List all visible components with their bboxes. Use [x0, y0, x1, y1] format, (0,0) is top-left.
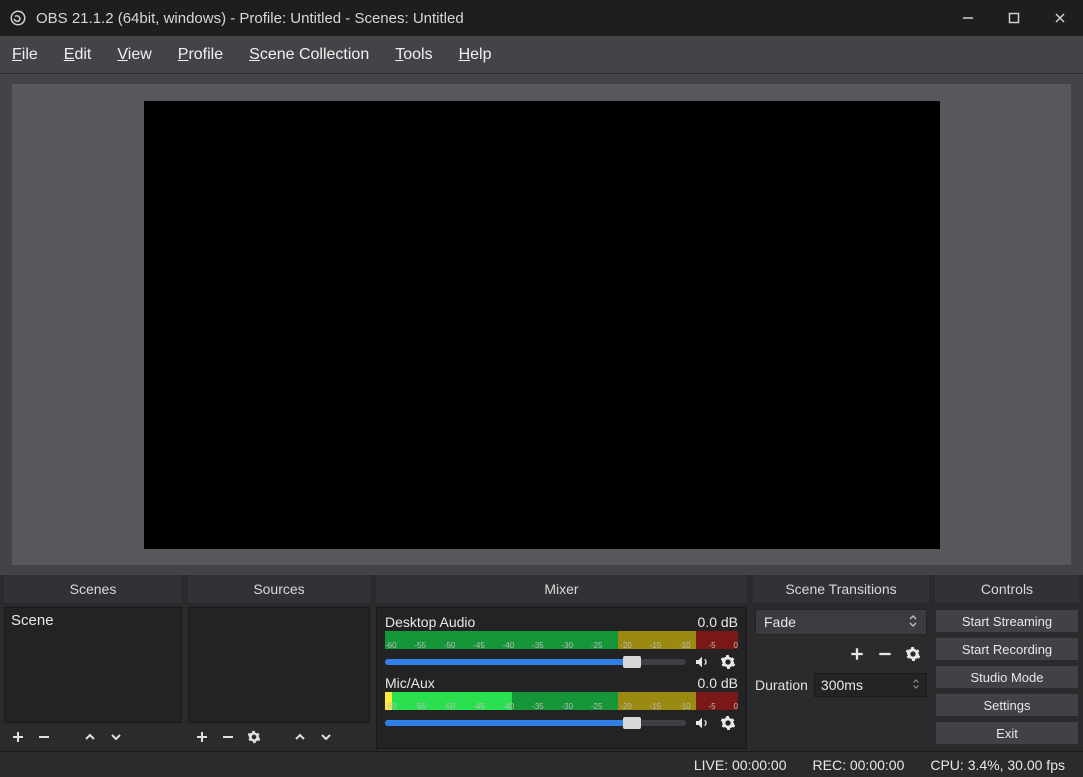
- mixer-channel-desktop-audio: Desktop Audio 0.0 dB -60-55-50-45-40-35-…: [385, 614, 738, 671]
- panel-scene-transitions: Scene Transitions Fade Durat: [753, 575, 929, 749]
- sources-list[interactable]: [188, 607, 370, 723]
- add-transition-button[interactable]: [847, 644, 867, 664]
- move-source-down-button[interactable]: [316, 727, 336, 747]
- status-cpu: CPU: 3.4%, 30.00 fps: [930, 757, 1065, 773]
- studio-mode-button[interactable]: Studio Mode: [935, 665, 1079, 689]
- channel-settings-button[interactable]: [718, 652, 738, 672]
- status-live: LIVE: 00:00:00: [694, 757, 787, 773]
- mixer-body: Desktop Audio 0.0 dB -60-55-50-45-40-35-…: [376, 607, 747, 749]
- scenes-list[interactable]: Scene: [4, 607, 182, 723]
- duration-label: Duration: [755, 677, 808, 693]
- volume-meter: -60-55-50-45-40-35-30-25-20-15-10-50: [385, 692, 738, 710]
- settings-button[interactable]: Settings: [935, 693, 1079, 717]
- chevron-updown-icon: [908, 614, 918, 631]
- status-rec: REC: 00:00:00: [813, 757, 905, 773]
- exit-button[interactable]: Exit: [935, 721, 1079, 745]
- mute-button[interactable]: [692, 652, 712, 672]
- obs-logo-icon: [8, 8, 28, 28]
- mixer-channel-level: 0.0 dB: [698, 614, 738, 630]
- add-scene-button[interactable]: [8, 727, 28, 747]
- add-source-button[interactable]: [192, 727, 212, 747]
- close-button[interactable]: [1037, 0, 1083, 36]
- scenes-toolbar: [4, 725, 182, 749]
- preview-canvas[interactable]: [144, 101, 940, 549]
- duration-value: 300ms: [821, 677, 863, 693]
- statusbar: LIVE: 00:00:00 REC: 00:00:00 CPU: 3.4%, …: [0, 751, 1083, 777]
- bottom-panels: Scenes Scene Sources: [0, 575, 1083, 751]
- mixer-channel-mic-aux: Mic/Aux 0.0 dB -60-55-50-45-40-35-30-25-…: [385, 675, 738, 732]
- panel-header-transitions: Scene Transitions: [753, 575, 929, 603]
- start-streaming-button[interactable]: Start Streaming: [935, 609, 1079, 633]
- menu-profile[interactable]: Profile: [176, 42, 225, 68]
- panel-scenes: Scenes Scene: [4, 575, 182, 749]
- menu-edit[interactable]: Edit: [62, 42, 94, 68]
- panel-mixer: Mixer Desktop Audio 0.0 dB -60-55-50-45-…: [376, 575, 747, 749]
- titlebar: OBS 21.1.2 (64bit, windows) - Profile: U…: [0, 0, 1083, 36]
- volume-meter: -60-55-50-45-40-35-30-25-20-15-10-50: [385, 631, 738, 649]
- mixer-channel-level: 0.0 dB: [698, 675, 738, 691]
- remove-scene-button[interactable]: [34, 727, 54, 747]
- mixer-channel-name: Desktop Audio: [385, 614, 475, 630]
- scene-item[interactable]: Scene: [9, 610, 177, 631]
- menu-view[interactable]: View: [115, 42, 153, 68]
- panel-header-scenes: Scenes: [4, 575, 182, 603]
- panel-controls: Controls Start Streaming Start Recording…: [935, 575, 1079, 749]
- mute-button[interactable]: [692, 713, 712, 733]
- menubar: File Edit View Profile Scene Collection …: [0, 36, 1083, 74]
- duration-spinbox[interactable]: 300ms: [814, 673, 927, 697]
- transition-select[interactable]: Fade: [755, 609, 927, 635]
- start-recording-button[interactable]: Start Recording: [935, 637, 1079, 661]
- transition-selected-value: Fade: [764, 614, 796, 630]
- menu-file[interactable]: File: [10, 42, 40, 68]
- remove-transition-button[interactable]: [875, 644, 895, 664]
- panel-header-mixer: Mixer: [376, 575, 747, 603]
- move-scene-down-button[interactable]: [106, 727, 126, 747]
- minimize-button[interactable]: [945, 0, 991, 36]
- panel-header-sources: Sources: [188, 575, 370, 603]
- window-title: OBS 21.1.2 (64bit, windows) - Profile: U…: [36, 10, 464, 27]
- move-source-up-button[interactable]: [290, 727, 310, 747]
- transition-settings-button[interactable]: [903, 644, 923, 664]
- maximize-button[interactable]: [991, 0, 1037, 36]
- chevron-updown-icon: [912, 677, 920, 693]
- channel-settings-button[interactable]: [718, 713, 738, 733]
- panel-header-controls: Controls: [935, 575, 1079, 603]
- menu-tools[interactable]: Tools: [393, 42, 434, 68]
- volume-slider[interactable]: [385, 720, 686, 726]
- menu-help[interactable]: Help: [457, 42, 494, 68]
- panel-sources: Sources: [188, 575, 370, 749]
- preview-area: [0, 74, 1083, 575]
- source-properties-button[interactable]: [244, 727, 264, 747]
- mixer-channel-name: Mic/Aux: [385, 675, 435, 691]
- volume-slider[interactable]: [385, 659, 686, 665]
- remove-source-button[interactable]: [218, 727, 238, 747]
- move-scene-up-button[interactable]: [80, 727, 100, 747]
- preview-background: [12, 84, 1071, 565]
- menu-scene-collection[interactable]: Scene Collection: [247, 42, 371, 68]
- sources-toolbar: [188, 725, 370, 749]
